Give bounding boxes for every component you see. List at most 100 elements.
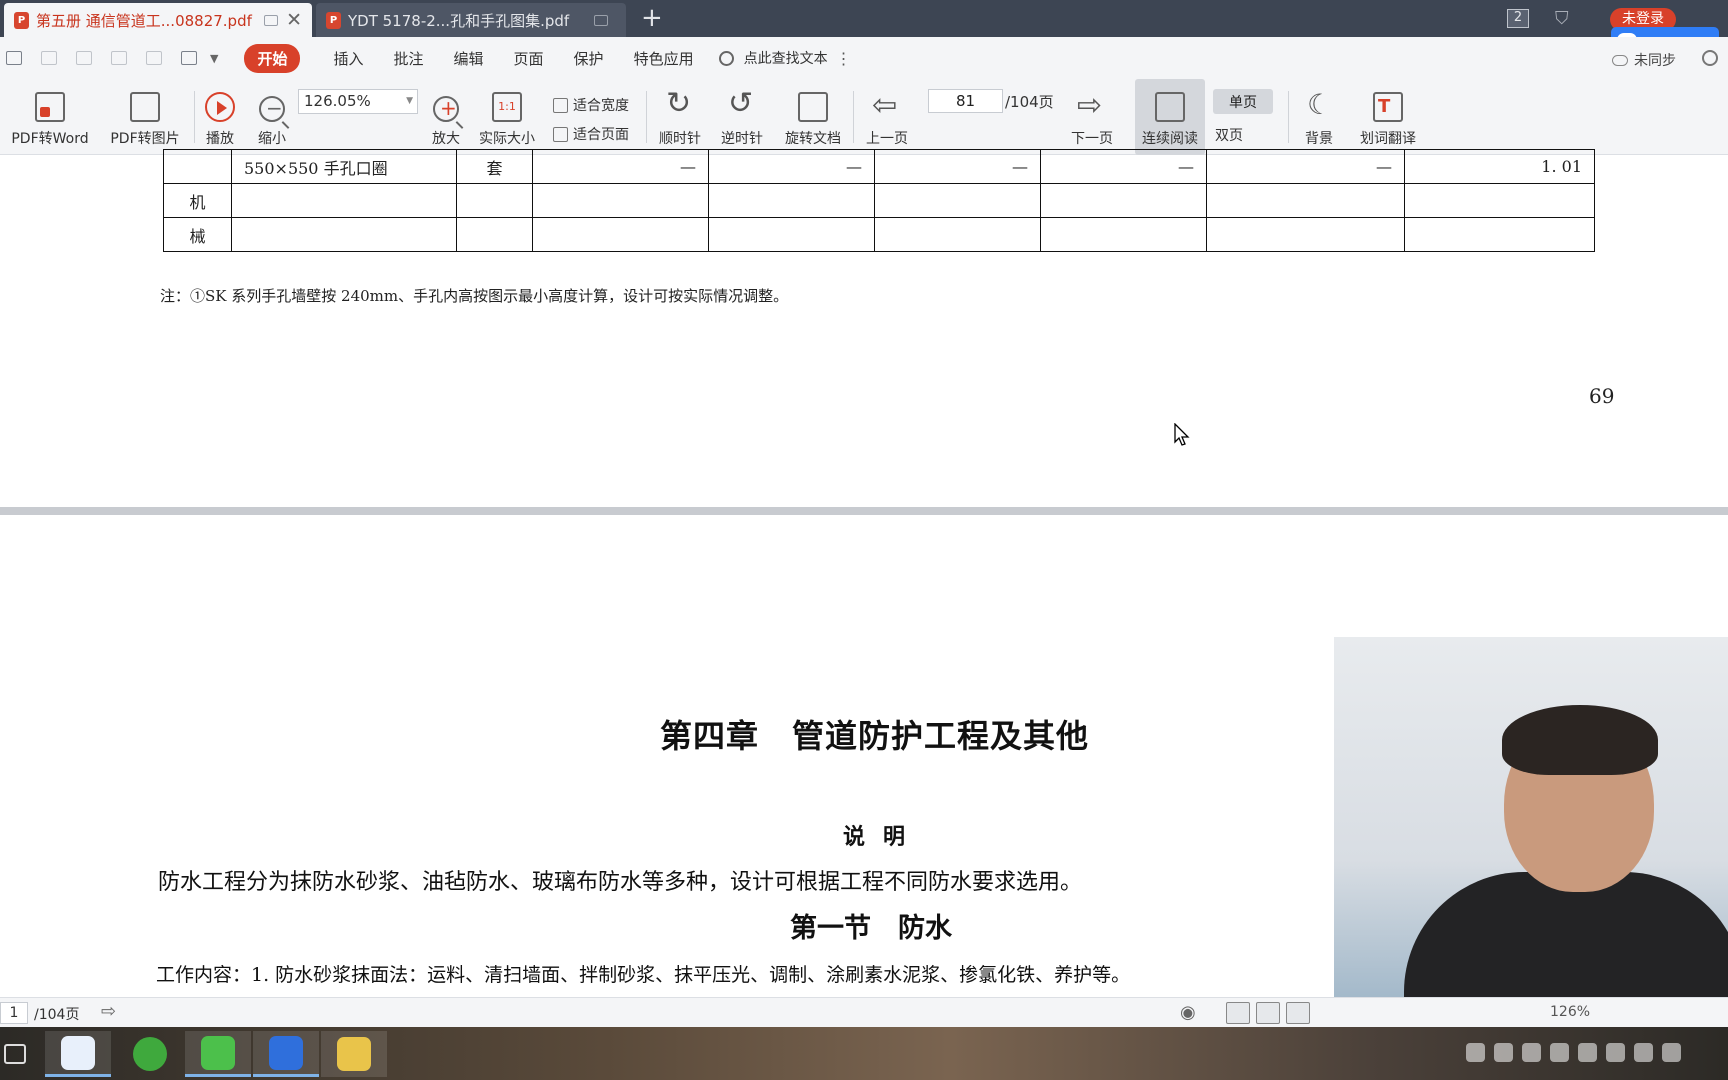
baidu-netdisk-taskbar-icon[interactable] <box>45 1031 111 1077</box>
file-explorer-taskbar-icon[interactable] <box>321 1031 387 1077</box>
tab-title: YDT 5178-2...孔和手孔图集.pdf <box>348 11 570 30</box>
explanation-heading: 说明 <box>843 824 924 850</box>
page-number-input[interactable]: 81 <box>928 89 1003 113</box>
table-row: 械 <box>163 217 1595 252</box>
eye-protection-icon[interactable]: ◉ <box>1180 1002 1196 1023</box>
table-cell: — <box>708 149 875 184</box>
double-page-label: 双页 <box>1215 128 1243 144</box>
play-button[interactable]: 播放 <box>200 79 240 155</box>
rotate-clockwise-label: 顺时针 <box>659 131 701 147</box>
section-title: 第一节 防水 <box>790 913 952 944</box>
status-next-icon[interactable]: ⇨ <box>101 1001 116 1022</box>
page-total-label: /104页 <box>1005 93 1054 111</box>
settings-gear-icon[interactable] <box>1702 50 1718 66</box>
page-number: 69 <box>1589 384 1615 408</box>
wps-taskbar-icon[interactable] <box>253 1031 319 1077</box>
netdisk-tray-icon[interactable] <box>1522 1043 1541 1062</box>
single-view-icon[interactable] <box>1256 1002 1280 1024</box>
wechat-tray-icon[interactable] <box>1494 1043 1513 1062</box>
actual-size-button[interactable]: 1:1 实际大小 <box>474 79 540 155</box>
status-page-input[interactable]: 1 <box>0 1002 28 1024</box>
system-tray <box>1466 1043 1681 1062</box>
continuous-view-icon[interactable] <box>1226 1002 1250 1024</box>
zoom-out-label: 缩小 <box>258 131 286 147</box>
open-folder-icon[interactable] <box>6 51 22 65</box>
camera-tray-icon[interactable] <box>1550 1043 1569 1062</box>
window-count-badge[interactable]: 2 <box>1507 9 1529 28</box>
tab-bar: P 第五册 通信管道工...08827.pdf ✕ P YDT 5178-2..… <box>0 0 1728 53</box>
main-toolbar: PDF转Word PDF转图片 播放 缩小 126.05% ▼ 放大 1:1 实… <box>0 79 1728 155</box>
wechat-taskbar-icon[interactable] <box>185 1031 251 1077</box>
volume-icon[interactable] <box>1662 1043 1681 1062</box>
menu-protect[interactable]: 保护 <box>574 48 604 69</box>
find-text-button[interactable]: 点此查找文本 <box>718 48 828 68</box>
fit-page-icon <box>553 126 568 142</box>
word-translate-button[interactable]: 划词翻译 <box>1355 79 1421 155</box>
tab-document-active[interactable]: P 第五册 通信管道工...08827.pdf ✕ <box>4 3 312 37</box>
battery-icon[interactable] <box>1606 1043 1625 1062</box>
zoom-in-icon <box>433 96 459 122</box>
word-translate-label: 划词翻译 <box>1360 131 1416 147</box>
pdf-to-word-button[interactable]: PDF转Word <box>6 79 94 155</box>
undo-icon[interactable] <box>111 51 127 65</box>
rotate-document-button[interactable]: 旋转文档 <box>780 79 846 155</box>
prev-page-button[interactable]: 上一页 <box>862 79 912 155</box>
keyboard-icon[interactable] <box>1466 1043 1485 1062</box>
browser-taskbar-icon[interactable] <box>117 1031 183 1077</box>
redo-icon[interactable] <box>146 51 162 65</box>
status-zoom[interactable]: 126% <box>1550 1004 1590 1020</box>
quota-table-fragment: 550×550 手孔口圈 套 — — — — — 1. 01 机 械 <box>163 149 1595 252</box>
menu-special[interactable]: 特色应用 <box>634 48 694 69</box>
app-tray-icon[interactable] <box>1578 1043 1597 1062</box>
monitor-icon[interactable] <box>264 14 279 26</box>
rotate-counterclockwise-label: 逆时针 <box>721 131 763 147</box>
single-page-button[interactable]: 单页 <box>1213 89 1273 114</box>
monitor-icon[interactable] <box>594 14 608 26</box>
image-icon <box>130 92 160 122</box>
arrow-left-icon <box>872 88 902 123</box>
menu-annotate[interactable]: 批注 <box>394 48 424 69</box>
tab-document-2[interactable]: P YDT 5178-2...孔和手孔图集.pdf <box>316 3 626 37</box>
zoom-in-button[interactable]: 放大 <box>428 79 464 155</box>
chevron-down-icon[interactable]: ▼ <box>210 52 218 65</box>
search-icon <box>718 50 734 66</box>
zoom-level-value: 126.05% <box>304 92 371 110</box>
menu-start[interactable]: 开始 <box>244 43 301 73</box>
task-view-icon[interactable] <box>0 1031 30 1077</box>
table-row: 550×550 手孔口圈 套 — — — — — 1. 01 <box>163 149 1595 184</box>
view-mode-group <box>1226 1002 1310 1024</box>
next-page-button[interactable]: 下一页 <box>1067 79 1117 155</box>
table-cell: — <box>1206 149 1405 184</box>
prev-page-label: 上一页 <box>866 131 908 147</box>
pdf-to-word-icon <box>35 92 65 122</box>
continuous-reading-button[interactable]: 连续阅读 <box>1135 79 1205 155</box>
more-icon[interactable]: ⋮ <box>836 49 852 68</box>
double-page-button[interactable]: 双页 <box>1215 125 1243 145</box>
fit-width-button[interactable]: 适合宽度 <box>553 95 629 115</box>
menu-page[interactable]: 页面 <box>514 48 544 69</box>
pdf-to-image-button[interactable]: PDF转图片 <box>104 79 186 155</box>
background-button[interactable]: 背景 <box>1298 79 1340 155</box>
zoom-level-select[interactable]: 126.05% ▼ <box>298 89 418 114</box>
close-icon[interactable]: ✕ <box>286 9 302 31</box>
rotate-clockwise-button[interactable]: 顺时针 <box>655 79 705 155</box>
save-icon[interactable] <box>41 51 57 65</box>
print-icon[interactable] <box>76 51 92 65</box>
rotate-document-label: 旋转文档 <box>785 131 841 147</box>
sync-status[interactable]: 未同步 <box>1612 50 1676 70</box>
find-text-label: 点此查找文本 <box>743 51 828 67</box>
menu-insert[interactable]: 插入 <box>333 48 363 69</box>
zoom-out-button[interactable]: 缩小 <box>254 79 290 155</box>
fit-page-button[interactable]: 适合页面 <box>553 124 629 144</box>
chevron-down-icon: ▼ <box>406 96 413 106</box>
skin-icon[interactable]: ⛉ <box>1555 8 1569 29</box>
single-page-label: 单页 <box>1229 94 1257 111</box>
zoom-in-label: 放大 <box>432 131 460 147</box>
toolbar-divider <box>853 91 854 143</box>
export-icon[interactable] <box>181 51 197 65</box>
new-tab-plus-icon[interactable]: + <box>641 3 663 33</box>
rotate-counterclockwise-button[interactable]: 逆时针 <box>717 79 767 155</box>
menu-edit[interactable]: 编辑 <box>454 48 484 69</box>
network-icon[interactable] <box>1634 1043 1653 1062</box>
double-view-icon[interactable] <box>1286 1002 1310 1024</box>
